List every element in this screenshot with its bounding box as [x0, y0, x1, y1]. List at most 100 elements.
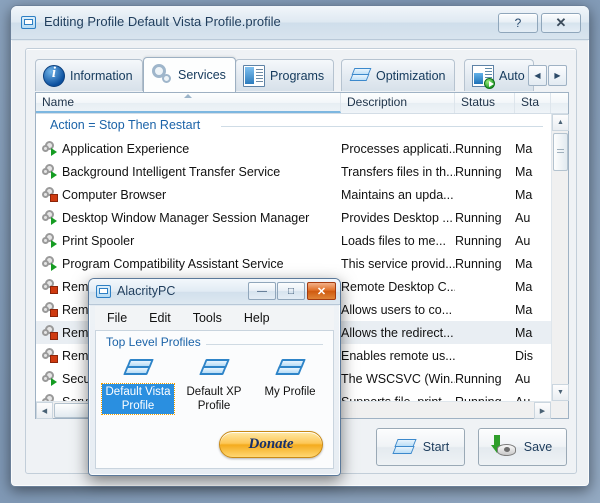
service-gear-icon — [42, 210, 58, 225]
profile-item[interactable]: Default XP Profile — [178, 355, 250, 414]
service-gear-icon — [42, 348, 58, 363]
info-icon — [43, 65, 65, 87]
scroll-right-button[interactable]: ▶ — [534, 402, 551, 419]
dialog-minimize-button[interactable]: — — [248, 282, 276, 300]
alacritypc-window: AlacrityPC — □ ✕ File Edit Tools Help To… — [88, 278, 341, 476]
tab-autostart-label: Auto — [499, 69, 525, 83]
vertical-scrollbar[interactable]: ▲ ▼ — [551, 114, 568, 401]
cell-startup: Ma — [515, 303, 551, 317]
profile-label: My Profile — [261, 384, 318, 400]
service-gear-icon — [42, 279, 58, 294]
service-name: Print Spooler — [62, 234, 134, 248]
menu-item-edit[interactable]: Edit — [149, 311, 171, 325]
cell-description: Transfers files in th... — [341, 165, 455, 179]
cell-description: Processes applicati... — [341, 142, 455, 156]
tab-optimization[interactable]: Optimization — [341, 59, 455, 91]
profile-window-icon — [21, 15, 37, 30]
cell-name: Background Intelligent Transfer Service — [36, 164, 341, 179]
service-name: Background Intelligent Transfer Service — [62, 165, 280, 179]
table-row[interactable]: Computer BrowserMaintains an upda...Ma — [36, 183, 551, 206]
help-button[interactable]: ? — [498, 13, 538, 33]
save-button[interactable]: Save — [478, 428, 567, 466]
tab-programs[interactable]: Programs — [235, 59, 334, 91]
dialog-maximize-button[interactable]: □ — [277, 282, 305, 300]
scroll-down-button[interactable]: ▼ — [552, 384, 569, 401]
vertical-scroll-thumb[interactable] — [553, 133, 568, 171]
dialog-close-button[interactable]: ✕ — [307, 282, 336, 300]
start-button[interactable]: Start — [376, 428, 465, 466]
table-row[interactable]: Application Experience Processes applicat… — [36, 137, 551, 160]
cell-startup: Dis — [515, 349, 551, 363]
stopped-square-icon — [50, 355, 58, 363]
cell-name: Program Compatibility Assistant Service — [36, 256, 341, 271]
scroll-left-button[interactable]: ◀ — [36, 402, 53, 419]
tab-services[interactable]: Services — [143, 57, 236, 92]
cell-status: Running — [455, 234, 515, 248]
menu-item-tools[interactable]: Tools — [193, 311, 222, 325]
menu-item-help[interactable]: Help — [244, 311, 270, 325]
service-gear-icon — [42, 256, 58, 271]
cell-description: Maintains an upda... — [341, 188, 455, 202]
service-name: Program Compatibility Assistant Service — [62, 257, 284, 271]
table-row[interactable]: Desktop Window Manager Session ManagerPr… — [36, 206, 551, 229]
running-play-icon — [50, 217, 58, 225]
column-header-status[interactable]: Status — [455, 93, 515, 113]
tab-strip: Information Services Programs Optimizati… — [35, 57, 567, 91]
running-play-icon — [50, 240, 58, 248]
profile-item[interactable]: Default Vista Profile — [102, 355, 174, 414]
table-row[interactable]: Program Compatibility Assistant Service T… — [36, 252, 551, 275]
cell-description: The WSCSVC (Win... — [341, 372, 455, 386]
programs-icon — [243, 65, 265, 87]
table-row[interactable]: Print Spooler Loads files to me...Running… — [36, 229, 551, 252]
cell-startup: Au — [515, 372, 551, 386]
service-name: Rem — [62, 326, 88, 340]
cell-startup: Ma — [515, 142, 551, 156]
window-title-bar[interactable]: Editing Profile Default Vista Profile.pr… — [11, 6, 589, 40]
column-header-description[interactable]: Description — [341, 93, 455, 113]
service-gear-icon — [42, 187, 58, 202]
column-header-name[interactable]: Name — [36, 93, 341, 113]
service-gear-icon — [42, 141, 58, 156]
service-name: Desktop Window Manager Session Manager — [62, 211, 309, 225]
profile-label: Default Vista Profile — [102, 384, 174, 414]
column-header-startup[interactable]: Sta — [515, 93, 551, 113]
profile-label: Default XP Profile — [178, 384, 250, 414]
scroll-up-button[interactable]: ▲ — [552, 114, 569, 131]
running-play-icon — [50, 148, 58, 156]
cell-status: Running — [455, 257, 515, 271]
service-name: Rem — [62, 349, 88, 363]
tab-scroll-right-button[interactable]: ▶ — [548, 65, 567, 86]
profile-icon — [275, 355, 305, 381]
top-level-profiles-label: Top Level Profiles — [106, 335, 206, 349]
start-button-label: Start — [423, 440, 449, 454]
donate-button-label: Donate — [249, 436, 294, 453]
profile-icon — [123, 355, 153, 381]
tab-optimization-label: Optimization — [376, 69, 445, 83]
cell-description: Loads files to me... — [341, 234, 455, 248]
profile-item[interactable]: My Profile — [254, 355, 326, 414]
dialog-body: Top Level Profiles Default Vista Profile… — [95, 330, 334, 469]
cell-description: This service provid... — [341, 257, 455, 271]
menu-item-file[interactable]: File — [107, 311, 127, 325]
dialog-menu-bar: File Edit Tools Help — [95, 306, 334, 330]
donate-button[interactable]: Donate — [219, 431, 323, 458]
tab-autostart[interactable]: Auto — [464, 59, 534, 91]
cell-name: Application Experience — [36, 141, 341, 156]
profile-list: Default Vista ProfileDefault XP Profile M… — [102, 355, 327, 414]
dialog-title-bar[interactable]: AlacrityPC — □ ✕ — [89, 279, 340, 305]
close-icon: ✕ — [317, 285, 326, 298]
alacritypc-icon — [96, 284, 112, 299]
service-name: Secu — [62, 372, 91, 386]
cell-status: Running — [455, 211, 515, 225]
tab-services-label: Services — [178, 68, 226, 82]
tab-information-label: Information — [70, 69, 133, 83]
cell-status: Running — [455, 165, 515, 179]
tab-scroll-left-button[interactable]: ◀ — [528, 65, 547, 86]
tab-information[interactable]: Information — [35, 59, 143, 91]
service-name: Application Experience — [62, 142, 189, 156]
table-row[interactable]: Background Intelligent Transfer Service T… — [36, 160, 551, 183]
cell-startup: Au — [515, 211, 551, 225]
list-group-header: Action = Stop Then Restart — [36, 114, 551, 137]
close-button[interactable]: ✕ — [541, 13, 581, 33]
close-icon: ✕ — [556, 14, 567, 32]
